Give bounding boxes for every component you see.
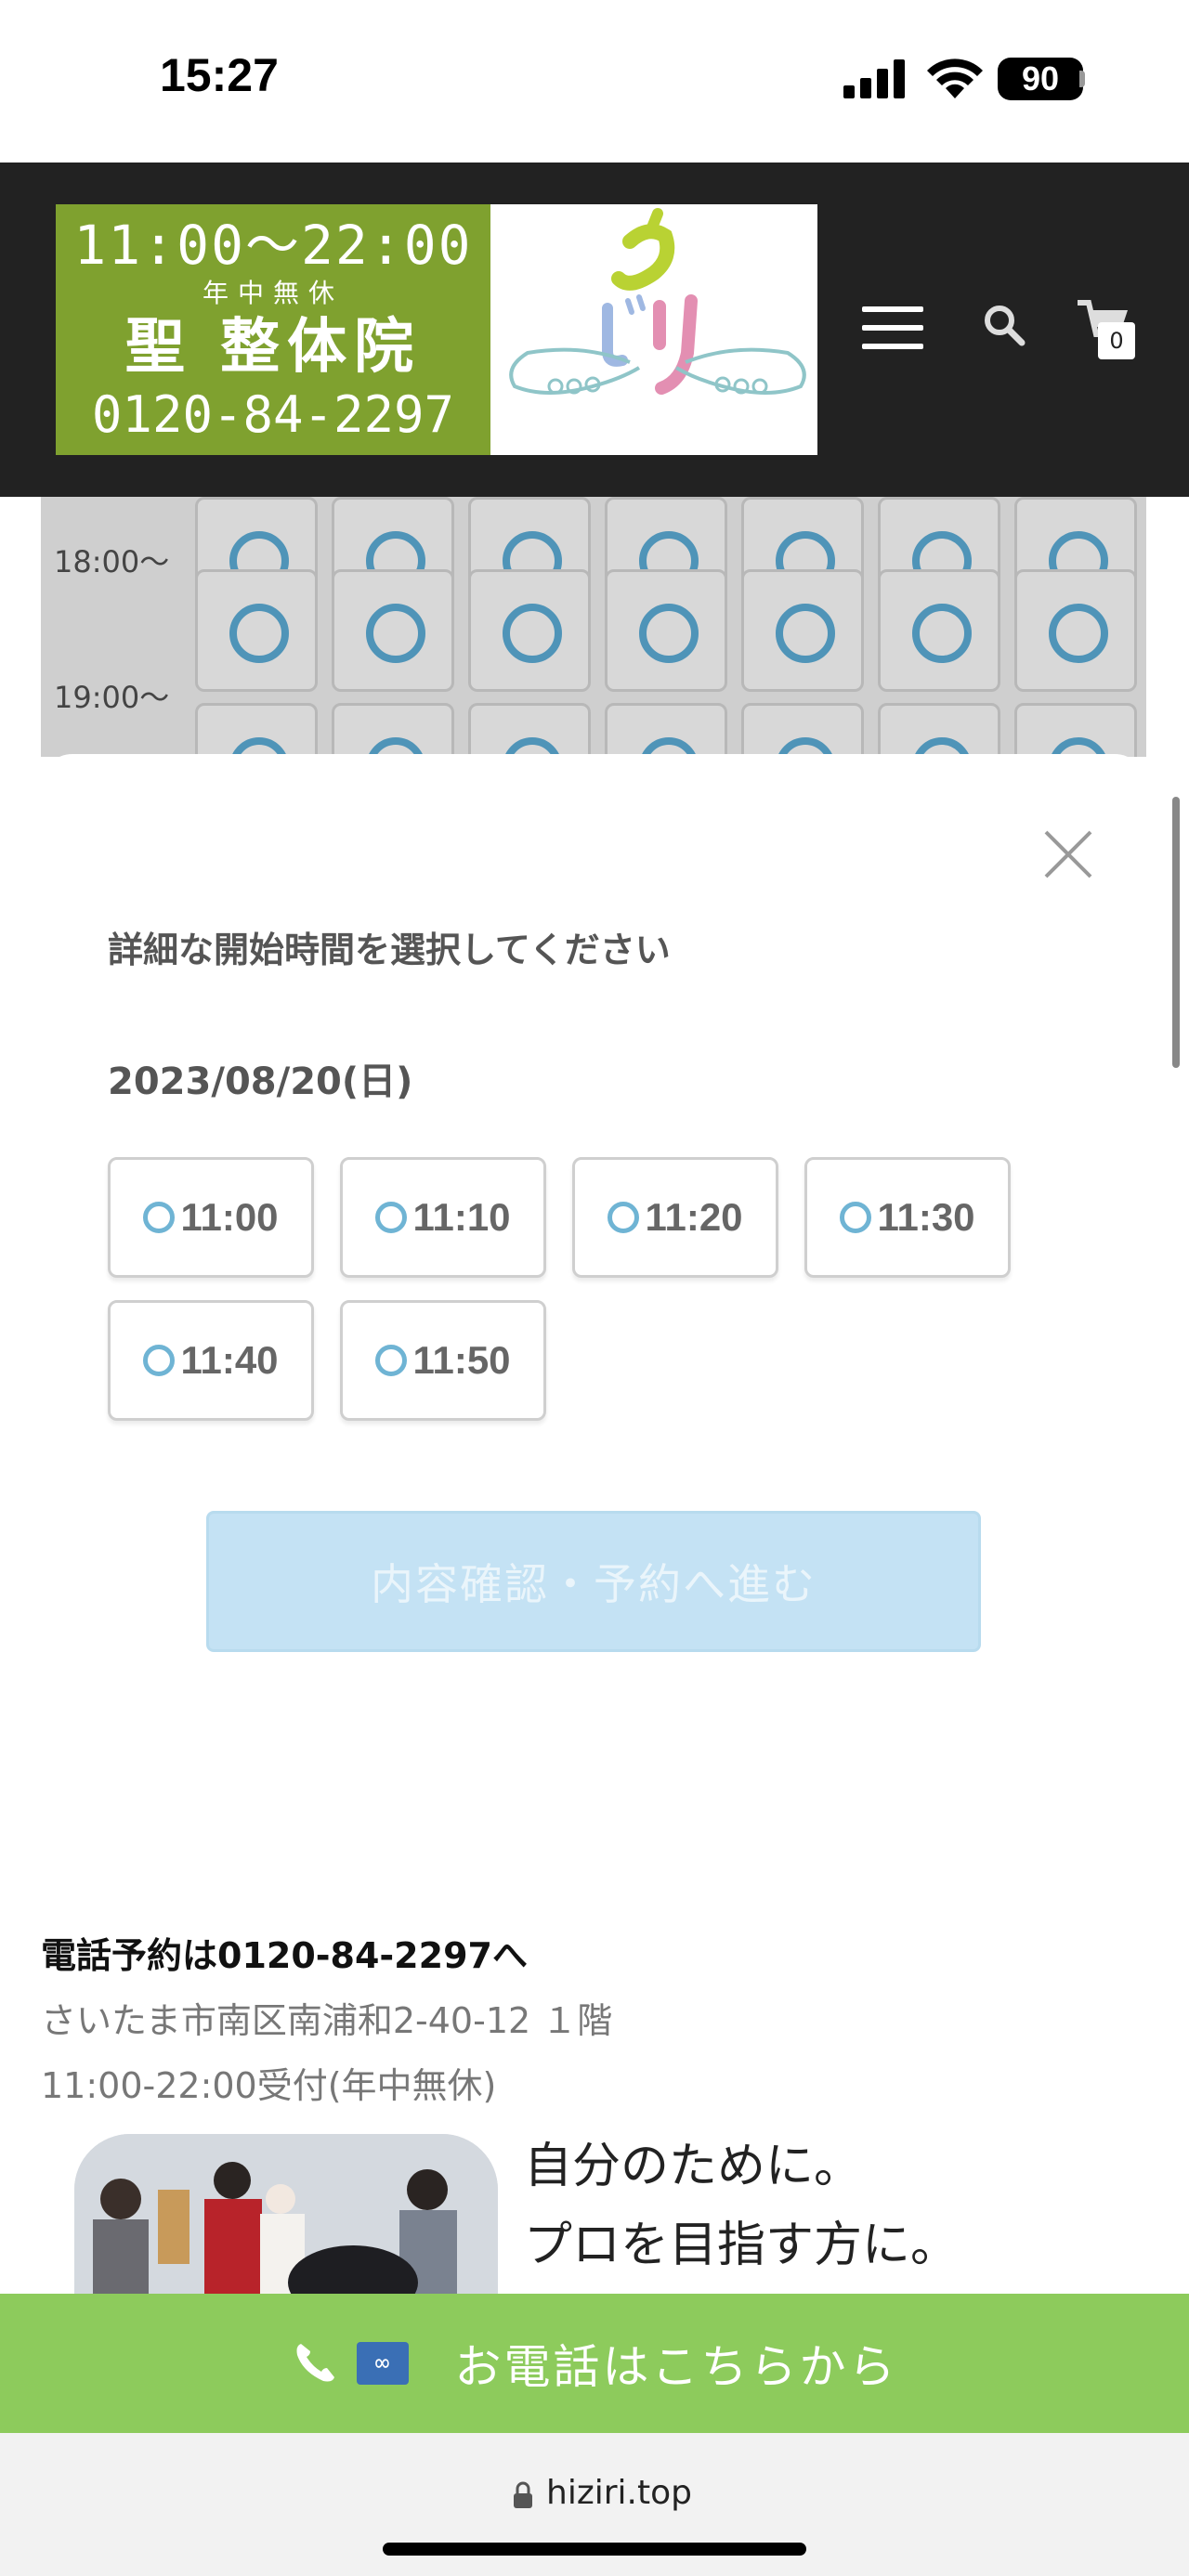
browser-bar: hiziri.top (0, 2433, 1189, 2576)
time-option-button[interactable]: 11:30 (804, 1157, 1011, 1278)
call-label: お電話はこちらから (454, 2340, 898, 2394)
modal-title: 詳細な開始時間を選択してください (108, 930, 671, 970)
time-option-label: 11:40 (180, 1338, 279, 1382)
schedule-slot[interactable] (332, 569, 454, 692)
circle-available-icon (1049, 604, 1108, 663)
promo-photo (74, 2134, 498, 2301)
circle-available-icon (639, 604, 699, 663)
time-option-label: 11:20 (645, 1195, 743, 1239)
time-option-button[interactable]: 11:10 (340, 1157, 546, 1278)
phone-icon (296, 2344, 334, 2382)
freedial-icon: ∞ (356, 2342, 409, 2385)
promo-headline-1: 自分のために。 (524, 2139, 863, 2194)
circle-available-icon (503, 604, 562, 663)
wifi-icon (927, 59, 983, 98)
url-text[interactable]: hiziri.top (546, 2474, 692, 2512)
status-time: 15:27 (160, 49, 279, 101)
circle-available-icon (143, 1202, 176, 1233)
schedule-slot[interactable] (605, 703, 727, 757)
battery-tip (1079, 71, 1085, 87)
signal-icon (843, 59, 905, 98)
schedule-slot[interactable] (332, 703, 454, 757)
proceed-to-booking-button[interactable]: 内容確認・予約へ進む (206, 1511, 981, 1652)
circle-available-icon (776, 604, 835, 663)
circle-available-icon (143, 1345, 176, 1376)
schedule-slot[interactable] (1014, 569, 1137, 692)
schedule-slot[interactable] (741, 703, 864, 757)
time-option-button[interactable]: 11:50 (340, 1300, 546, 1421)
page-scrollbar[interactable] (1172, 797, 1180, 1068)
schedule-slot[interactable] (195, 703, 318, 757)
site-header: 11:00～22:00 年中無休 聖 整体院 0120-84-2297 0 (0, 163, 1189, 497)
circle-available-icon (366, 604, 425, 663)
schedule-slot[interactable] (468, 703, 591, 757)
time-option-button[interactable]: 11:00 (108, 1157, 314, 1278)
clinic-address: さいたま市南区南浦和2-40-12 １階 (41, 2000, 613, 2041)
schedule-slot[interactable] (741, 569, 864, 692)
time-option-label: 11:30 (877, 1195, 975, 1239)
lock-icon (514, 2481, 532, 2508)
time-select-modal: 詳細な開始時間を選択してください 2023/08/20(日) 11:00 11:… (41, 754, 1146, 1896)
selected-date: 2023/08/20(日) (108, 1060, 413, 1103)
status-bar: 15:27 90 (0, 0, 1189, 163)
banner-phone: 0120-84-2297 (91, 385, 455, 444)
clinic-logo (490, 204, 817, 455)
wings-logo-icon (509, 208, 806, 395)
business-hours: 11:00-22:00受付(年中無休) (41, 2065, 497, 2106)
schedule-time-label: 18:00～ (54, 544, 170, 579)
cart-count-badge: 0 (1098, 322, 1135, 359)
call-bar[interactable]: ∞ お電話はこちらから (0, 2294, 1189, 2433)
schedule-slot[interactable] (468, 569, 591, 692)
phone-booking-text: 電話予約は0120-84-2297へ (41, 1935, 528, 1976)
battery-level: 90 (998, 58, 1083, 100)
circle-available-icon (229, 604, 289, 663)
schedule-slot[interactable] (878, 703, 1000, 757)
circle-available-icon (912, 604, 972, 663)
circle-available-icon (375, 1202, 408, 1233)
schedule-slot[interactable] (195, 569, 318, 692)
time-option-button[interactable]: 11:40 (108, 1300, 314, 1421)
promo-headline-2: プロを目指す方に。 (524, 2218, 960, 2273)
schedule-slot[interactable] (1014, 703, 1137, 757)
close-icon[interactable] (1040, 826, 1096, 882)
schedule-slot[interactable] (605, 569, 727, 692)
banner-hours: 11:00～22:00 (73, 214, 473, 277)
schedule-grid: 18:00～ 19:00～ (41, 497, 1146, 757)
time-option-label: 11:00 (180, 1195, 279, 1239)
circle-available-icon (840, 1202, 872, 1233)
banner-holiday: 年中無休 (202, 278, 344, 308)
search-icon[interactable] (981, 302, 1026, 346)
clinic-banner[interactable]: 11:00～22:00 年中無休 聖 整体院 0120-84-2297 (56, 204, 817, 455)
home-indicator[interactable] (383, 2543, 806, 2556)
banner-clinic-name: 聖 整体院 (124, 313, 422, 382)
banner-info: 11:00～22:00 年中無休 聖 整体院 0120-84-2297 (56, 204, 490, 455)
time-option-label: 11:50 (412, 1338, 511, 1382)
schedule-slot[interactable] (878, 569, 1000, 692)
schedule-time-label: 19:00～ (54, 680, 170, 715)
hamburger-menu-icon[interactable] (862, 306, 923, 353)
training-photo-icon (74, 2134, 498, 2301)
circle-available-icon (608, 1202, 640, 1233)
time-option-button[interactable]: 11:20 (572, 1157, 778, 1278)
time-option-label: 11:10 (412, 1195, 511, 1239)
circle-available-icon (375, 1345, 408, 1376)
